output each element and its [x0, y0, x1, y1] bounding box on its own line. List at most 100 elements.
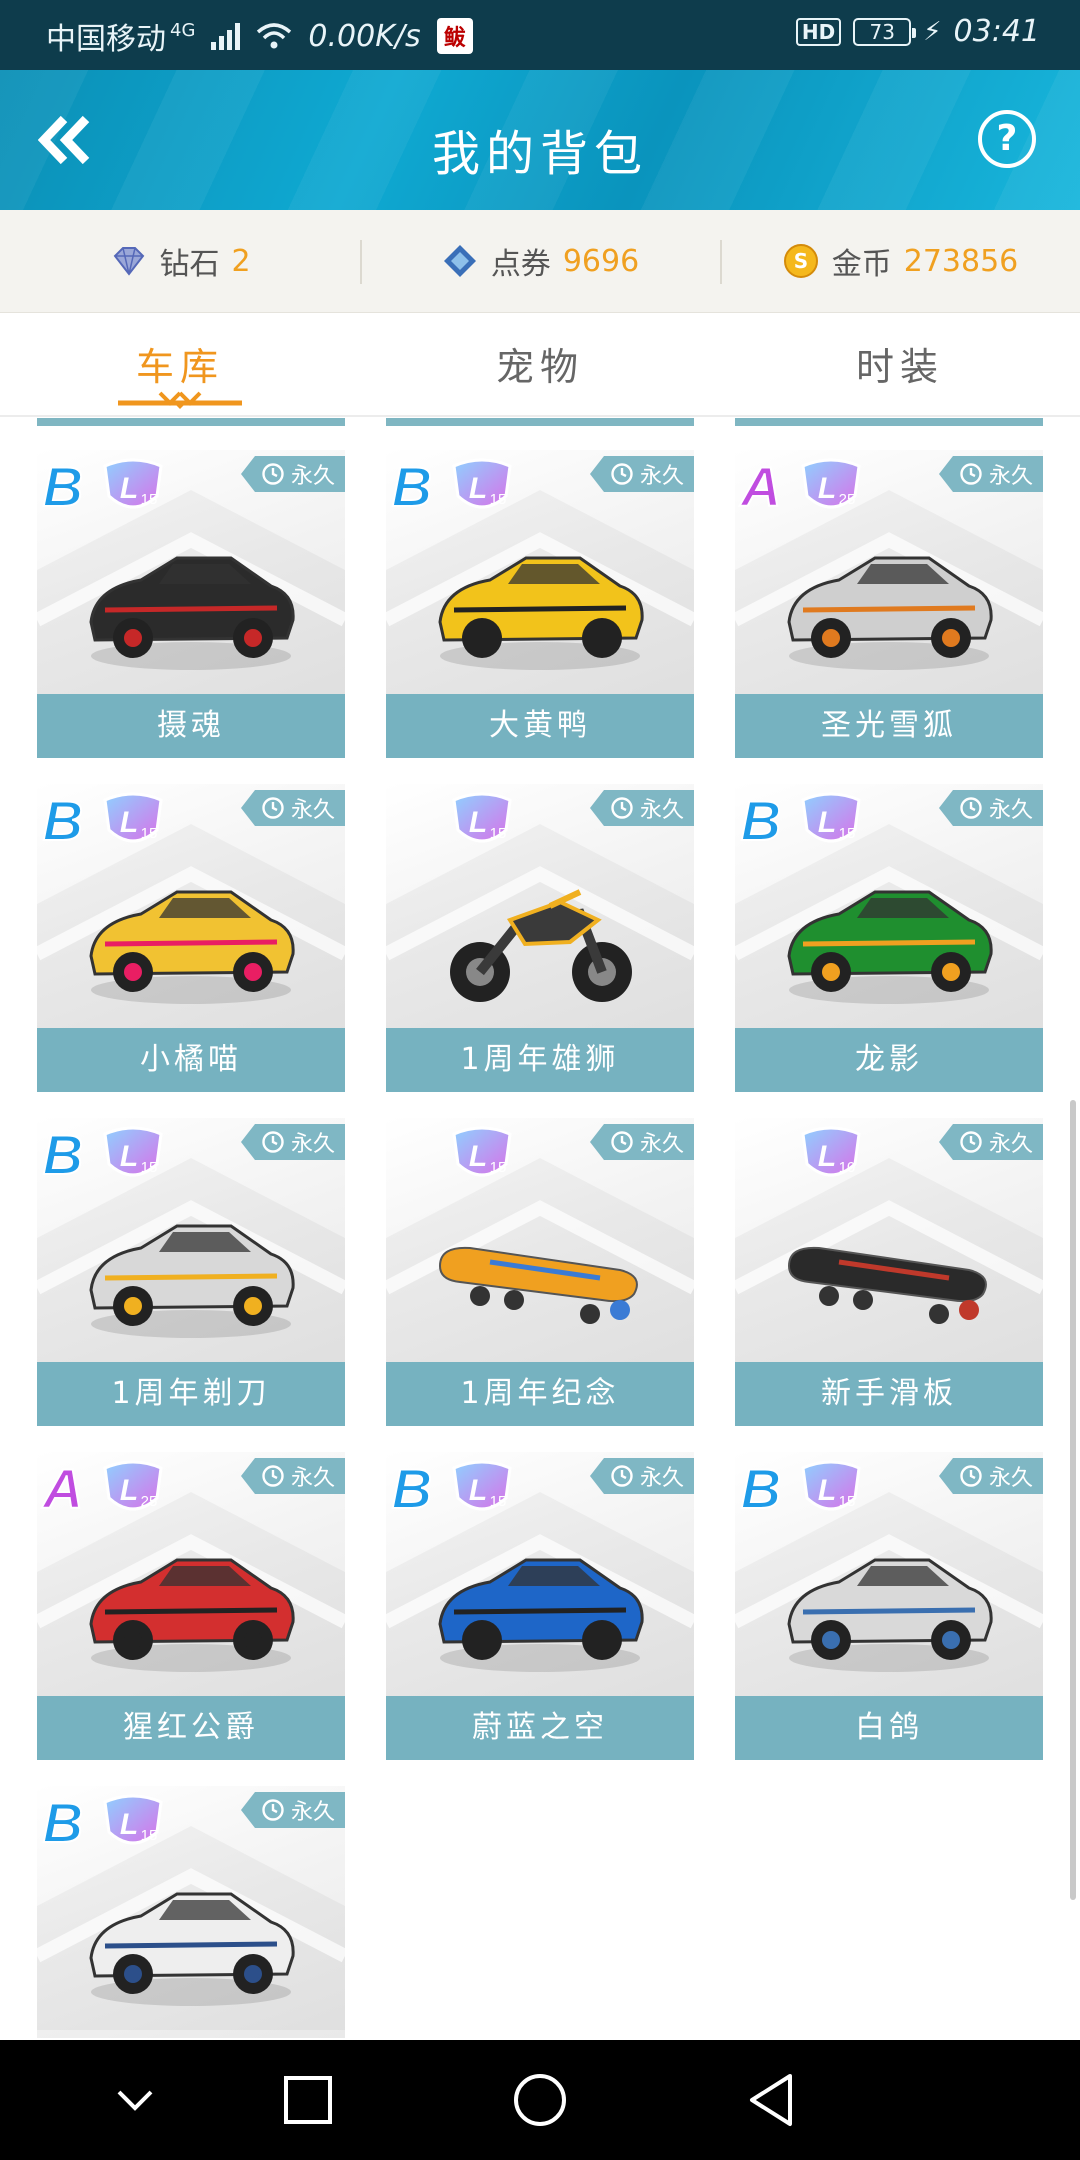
level-number: 15: [490, 825, 507, 842]
svg-text:L: L: [120, 472, 138, 505]
rank-badge-icon: B: [42, 1790, 84, 1852]
level-number: 15: [141, 825, 158, 842]
permanent-label: 永久: [988, 464, 1033, 489]
item-card[interactable]: L 15 永久 1周年纪念: [386, 1118, 694, 1426]
permanent-tag: 永久: [589, 456, 694, 492]
status-left: 中国移动 4G 0.00K/s 鲅: [46, 14, 473, 58]
motorbike-image: [450, 889, 632, 1002]
recents-square-icon[interactable]: [278, 2070, 338, 2130]
status-bar: 中国移动 4G 0.00K/s 鲅 HD 73 ⚡ 03:41: [0, 0, 1080, 70]
tab-fashion[interactable]: 时装: [720, 314, 1080, 415]
level-shield-icon: L 10: [801, 1126, 861, 1177]
svg-text:L: L: [818, 1140, 836, 1173]
item-card[interactable]: B L 15 永久 龙影: [735, 784, 1043, 1092]
permanent-tag: 永久: [589, 1124, 694, 1160]
rank-badge-icon: B: [391, 1456, 433, 1518]
back-triangle-icon[interactable]: [742, 2070, 802, 2130]
item-card[interactable]: B L 15 永久 白鸽: [735, 1452, 1043, 1760]
item-card[interactable]: B L 15 永久 小橘喵: [37, 784, 345, 1092]
svg-text:L: L: [469, 806, 487, 839]
rank-badge-icon: A: [40, 1456, 84, 1518]
item-card[interactable]: A L 25 永久 圣光雪狐: [735, 450, 1043, 758]
item-card[interactable]: B L 15 永久 摄魂: [37, 450, 345, 758]
svg-text:L: L: [818, 472, 836, 505]
rank-badge-icon: A: [738, 454, 782, 516]
currency-value: 9696: [562, 243, 640, 279]
diamond-icon: [114, 247, 145, 276]
board-image: [438, 1246, 638, 1324]
item-name: 蔚蓝之空: [386, 1696, 694, 1760]
level-number: 15: [490, 1159, 507, 1176]
car-image: [787, 556, 993, 670]
item-card[interactable]: B L 15 永久 1周年剃刀: [37, 1118, 345, 1426]
level-shield-icon: L 15: [452, 1126, 512, 1177]
permanent-label: 永久: [290, 1132, 335, 1157]
permanent-tag: 永久: [938, 1458, 1043, 1494]
car-image: [89, 890, 295, 1004]
permanent-tag: 永久: [240, 790, 345, 826]
car-image: [438, 1558, 644, 1672]
rank-letter: B: [43, 789, 83, 850]
down-chevron-icon[interactable]: [105, 2070, 165, 2130]
item-card[interactable]: B L 15 永久 大黄鸭: [386, 450, 694, 758]
clock-icon: [960, 463, 982, 485]
rank-badge-icon: B: [42, 788, 84, 850]
rank-letter: A: [41, 1457, 83, 1518]
page-title: 我的背包: [431, 126, 648, 182]
status-right: HD 73 ⚡ 03:41: [795, 14, 1040, 49]
tab-label: 宠物: [495, 345, 584, 389]
permanent-tag: 永久: [240, 1124, 345, 1160]
permanent-label: 永久: [639, 464, 684, 489]
car-image: [89, 1892, 295, 2006]
svg-text:L: L: [120, 1808, 138, 1841]
currency-coin: S 金币 273856: [720, 210, 1080, 312]
active-tab-indicator: [118, 391, 242, 409]
tab-pets[interactable]: 宠物: [360, 314, 720, 415]
signal-icon: [211, 22, 241, 50]
tab-label: 时装: [855, 345, 944, 389]
level-shield-icon: L 15: [103, 1794, 163, 1845]
item-card[interactable]: L 15 永久 1周年雄狮: [386, 784, 694, 1092]
item-card[interactable]: A L 25 永久 猩红公爵: [37, 1452, 345, 1760]
clock-icon: [960, 1131, 982, 1153]
permanent-tag: 永久: [589, 1458, 694, 1494]
item-name: 1周年雄狮: [386, 1028, 694, 1092]
rank-letter: B: [43, 1791, 83, 1852]
permanent-label: 永久: [290, 1466, 335, 1491]
item-name: 大黄鸭: [386, 694, 694, 758]
tab-garage[interactable]: 车库: [0, 314, 360, 415]
item-card[interactable]: B L 15 永久 蔚蓝之空: [386, 1452, 694, 1760]
battery-icon: 73: [853, 17, 917, 46]
svg-text:L: L: [818, 806, 836, 839]
permanent-label: 永久: [639, 798, 684, 823]
level-number: 15: [839, 1493, 856, 1510]
rank-letter: B: [43, 1123, 83, 1184]
level-number: 10: [839, 1159, 856, 1176]
home-circle-icon[interactable]: [510, 2070, 570, 2130]
permanent-label: 永久: [290, 798, 335, 823]
rank-letter: B: [741, 789, 781, 850]
item-card[interactable]: B L 15 永久: [37, 1786, 345, 2038]
level-shield-icon: L 15: [452, 792, 512, 843]
network-speed: 0.00K/s: [308, 18, 421, 54]
item-name: 1周年纪念: [386, 1362, 694, 1426]
item-card[interactable]: L 10 永久 新手滑板: [735, 1118, 1043, 1426]
clock-icon: [960, 1465, 982, 1487]
clock-icon: [960, 797, 982, 819]
item-name: 猩红公爵: [37, 1696, 345, 1760]
scrollbar[interactable]: [1070, 1100, 1076, 1900]
item-name: 小橘喵: [37, 1028, 345, 1092]
currency-value: 273856: [903, 243, 1019, 279]
level-shield-icon: L 15: [452, 458, 512, 509]
help-button[interactable]: ?: [978, 110, 1036, 168]
clock-icon: [262, 463, 284, 485]
voucher-icon: [443, 245, 476, 277]
clock-icon: [611, 1465, 633, 1487]
previous-row-stub: [386, 418, 694, 426]
item-name: 白鸽: [735, 1696, 1043, 1760]
level-number: 15: [141, 1827, 158, 1844]
permanent-tag: 永久: [240, 456, 345, 492]
item-name: 1周年剃刀: [37, 1362, 345, 1426]
permanent-tag: 永久: [240, 1792, 345, 1828]
svg-text:L: L: [120, 806, 138, 839]
